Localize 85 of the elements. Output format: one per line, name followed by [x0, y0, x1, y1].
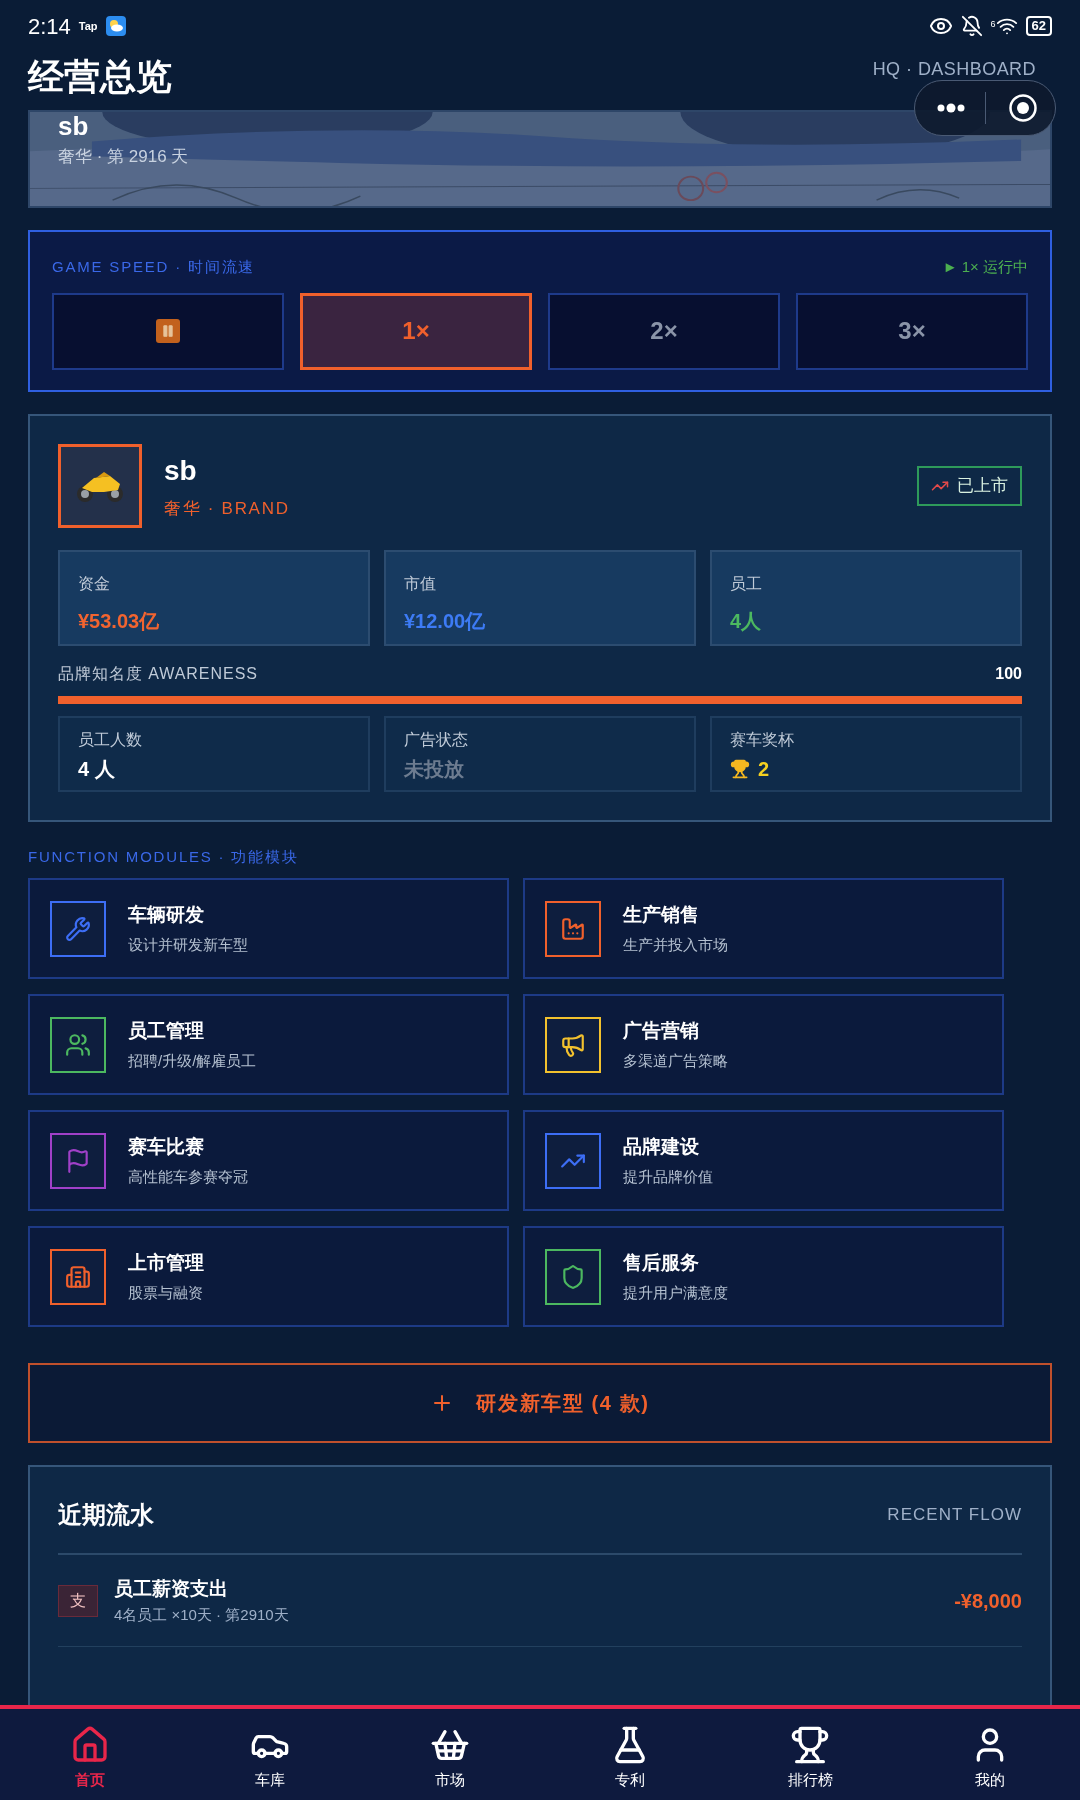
- detail-label: 员工人数: [78, 729, 143, 750]
- module-card[interactable]: 品牌建设 提升品牌价值: [523, 1110, 1004, 1211]
- expense-badge: 支: [58, 1584, 98, 1617]
- wrench-icon: [65, 915, 91, 942]
- stat-value: ¥12.00亿: [404, 608, 487, 634]
- module-desc: 设计并研发新车型: [128, 934, 248, 955]
- module-card[interactable]: 售后服务 提升用户满意度: [523, 1226, 1004, 1327]
- nav-tab[interactable]: 我的: [900, 1709, 1080, 1800]
- stat-value: 4人: [730, 608, 763, 634]
- recent-flow-title: 近期流水: [58, 1500, 154, 1530]
- pause-icon: [156, 319, 180, 343]
- shield-icon: [560, 1263, 586, 1290]
- brand-name: sb: [164, 453, 198, 488]
- speed-button[interactable]: 2×: [548, 292, 780, 370]
- speed-status: ► 1× 运行中: [942, 257, 1028, 277]
- speed-button[interactable]: 1×: [300, 292, 532, 370]
- awareness-value: 100: [995, 663, 1022, 684]
- module-desc: 提升品牌价值: [623, 1166, 713, 1187]
- module-desc: 生产并投入市场: [623, 934, 728, 955]
- close-circle-icon[interactable]: [1008, 93, 1038, 123]
- brand-category-label: 奢华 · BRAND: [164, 497, 290, 520]
- nav-tab[interactable]: 车库: [180, 1709, 360, 1800]
- module-desc: 高性能车参赛夺冠: [128, 1166, 248, 1187]
- building-icon: [65, 1263, 91, 1290]
- more-icon[interactable]: [937, 103, 965, 113]
- module-title: 上市管理: [128, 1251, 204, 1275]
- module-desc: 股票与融资: [128, 1282, 204, 1303]
- module-desc: 多渠道广告策略: [623, 1050, 728, 1071]
- stat-value: ¥53.03亿: [78, 608, 161, 634]
- factory-icon: [560, 915, 586, 942]
- users-icon: [65, 1031, 91, 1058]
- game-speed-heading: GAME SPEED · 时间流速: [52, 257, 256, 277]
- signal-label: 6: [990, 18, 996, 31]
- module-title: 生产销售: [623, 903, 700, 927]
- app-label: Tap: [78, 18, 98, 34]
- develop-button[interactable]: 研发新车型 (4 款): [28, 1363, 1052, 1443]
- listed-badge: 已上市: [917, 465, 1022, 506]
- module-title: 赛车比赛: [128, 1135, 205, 1159]
- flag-icon: [65, 1147, 91, 1174]
- nav-tab[interactable]: 排行榜: [720, 1709, 900, 1800]
- nav-tab[interactable]: 首页: [0, 1709, 180, 1800]
- battery-indicator: 62: [1025, 16, 1052, 36]
- detail-value: 未投放: [404, 756, 465, 782]
- module-card[interactable]: 赛车比赛 高性能车参赛夺冠: [28, 1110, 509, 1211]
- flow-amount: -¥8,000: [954, 1588, 1022, 1614]
- nav-tab[interactable]: 专利: [540, 1709, 720, 1800]
- capsule-menu[interactable]: [914, 80, 1056, 136]
- recent-flow-subtitle: RECENT FLOW: [887, 1504, 1022, 1527]
- weather-icon: [105, 16, 126, 36]
- module-card[interactable]: 车辆研发 设计并研发新车型: [28, 878, 509, 979]
- stat-label: 员工: [730, 573, 763, 594]
- module-title: 车辆研发: [128, 903, 205, 927]
- module-card[interactable]: 上市管理 股票与融资: [28, 1226, 509, 1327]
- flow-meta: 4名员工 ×10天 · 第2910天: [114, 1604, 289, 1625]
- awareness-label: 品牌知名度 AWARENESS: [58, 663, 258, 684]
- nav-tab[interactable]: 市场: [360, 1709, 540, 1800]
- module-card[interactable]: 员工管理 招聘/升级/解雇员工: [28, 994, 509, 1095]
- banner-name: sb: [58, 112, 90, 140]
- status-time: 2:14: [28, 12, 71, 41]
- modules-heading: FUNCTION MODULES · 功能模块: [28, 846, 300, 867]
- trophy-icon: [730, 758, 750, 779]
- module-title: 品牌建设: [623, 1135, 700, 1159]
- banner-meta: 奢华 · 第 2916 天: [58, 146, 190, 168]
- page-subtitle: HQ · DASHBOARD: [872, 58, 1036, 81]
- detail-value: 2: [758, 756, 770, 782]
- page-title: 经营总览: [28, 55, 172, 99]
- stat-label: 资金: [78, 573, 111, 594]
- module-card[interactable]: 广告营销 多渠道广告策略: [523, 994, 1004, 1095]
- flow-title: 员工薪资支出: [114, 1577, 229, 1601]
- module-title: 售后服务: [623, 1251, 700, 1275]
- module-card[interactable]: 生产销售 生产并投入市场: [523, 878, 1004, 979]
- detail-value: 4 人: [78, 756, 116, 782]
- home-icon: [70, 1725, 110, 1765]
- megaphone-icon: [560, 1031, 586, 1058]
- module-desc: 招聘/升级/解雇员工: [128, 1050, 257, 1071]
- module-title: 员工管理: [128, 1019, 205, 1043]
- detail-label: 赛车奖杯: [730, 729, 795, 750]
- trophy-icon: [790, 1725, 830, 1765]
- detail-label: 广告状态: [404, 729, 469, 750]
- speed-button[interactable]: 3×: [796, 292, 1028, 370]
- pause-button[interactable]: [52, 292, 284, 370]
- module-desc: 提升用户满意度: [623, 1282, 728, 1303]
- bell-off-icon: [960, 15, 983, 37]
- module-title: 广告营销: [623, 1019, 700, 1043]
- stat-label: 市值: [404, 573, 437, 594]
